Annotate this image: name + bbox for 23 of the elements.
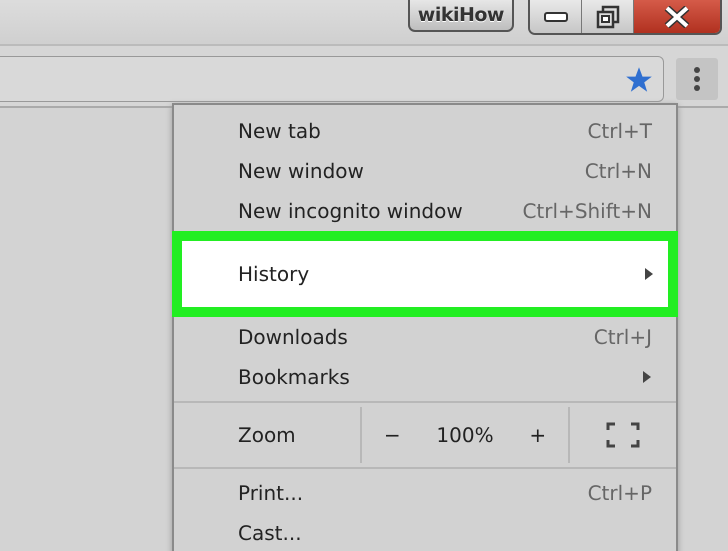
zoom-out-button[interactable]: − bbox=[376, 423, 409, 447]
menu-item[interactable]: Bookmarks bbox=[174, 357, 676, 397]
zoom-in-button[interactable]: + bbox=[521, 423, 554, 447]
menu-item[interactable]: Print... Ctrl+P bbox=[174, 473, 676, 513]
menu-item[interactable]: New tab Ctrl+T bbox=[174, 111, 676, 151]
menu-item-label: Zoom bbox=[237, 422, 297, 449]
bookmark-star-icon[interactable] bbox=[625, 66, 653, 92]
menu-item[interactable]: New window Ctrl+N bbox=[174, 151, 676, 191]
restore-button[interactable] bbox=[582, 0, 634, 33]
menu-icon[interactable] bbox=[676, 58, 718, 100]
profile-button[interactable]: wikiHow bbox=[408, 0, 514, 32]
close-button[interactable] bbox=[634, 0, 720, 33]
menu-item[interactable]: New incognito window Ctrl+Shift+N bbox=[174, 191, 676, 231]
restore-icon bbox=[596, 4, 620, 28]
zoom-level: 100% bbox=[436, 423, 494, 447]
menu-item[interactable]: Cast... bbox=[174, 513, 676, 551]
submenu-arrow-icon bbox=[644, 267, 654, 281]
close-icon bbox=[664, 6, 690, 28]
menu-item[interactable]: History bbox=[172, 231, 678, 317]
minimize-button[interactable] bbox=[530, 0, 582, 33]
minimize-icon bbox=[542, 10, 568, 22]
menu-item[interactable]: Downloads Ctrl+J bbox=[174, 317, 676, 357]
submenu-arrow-icon bbox=[642, 370, 652, 384]
